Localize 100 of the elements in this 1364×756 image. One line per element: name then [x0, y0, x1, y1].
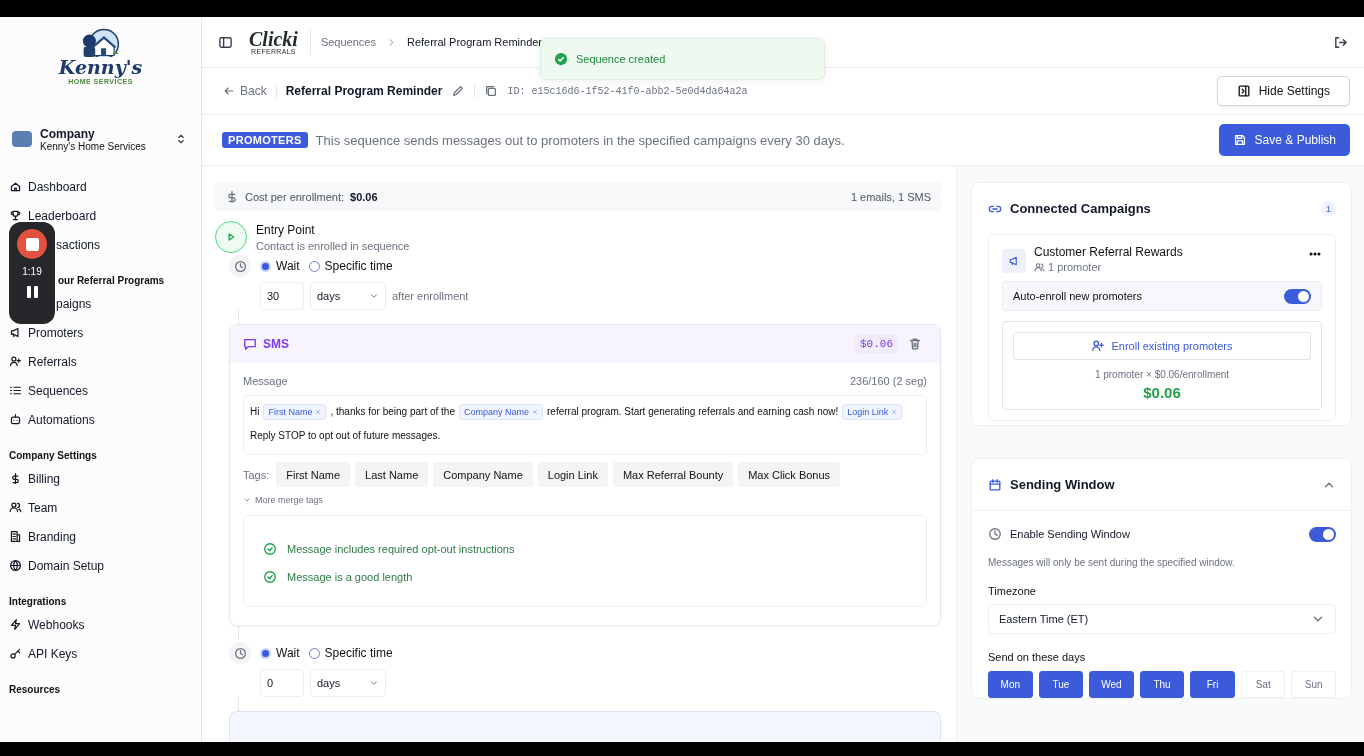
- merge-tag-button[interactable]: Max Referral Bounty: [612, 462, 734, 487]
- unit-select[interactable]: days: [310, 669, 386, 697]
- user-plus-icon: [9, 355, 22, 368]
- nav-item[interactable]: API Keys: [0, 639, 201, 668]
- recorder-widget[interactable]: 1:19: [9, 222, 55, 324]
- field-label: Send on these days: [988, 651, 1087, 663]
- radio-option[interactable]: Specific time: [308, 646, 393, 660]
- merge-tag-button[interactable]: Max Click Bonus: [738, 462, 841, 487]
- nav-item[interactable]: Billing: [0, 464, 201, 493]
- message-summary: 1 emails, 1 SMS: [850, 190, 931, 203]
- nav-item[interactable]: Sequences: [0, 376, 201, 405]
- nav-item[interactable]: Automations: [0, 405, 201, 434]
- stop-recording-button[interactable]: [17, 229, 47, 259]
- breadcrumb-link[interactable]: Referral Program Reminder: [406, 36, 543, 48]
- message-text: , thanks for being part of the: [330, 405, 455, 419]
- toggle-switch[interactable]: [1309, 526, 1336, 542]
- back-link[interactable]: Back: [223, 84, 267, 98]
- brand-logo-text: Clicki: [249, 29, 298, 48]
- day-toggle[interactable]: Tue: [1038, 671, 1084, 698]
- toast-message: Sequence created: [576, 53, 666, 65]
- hide-settings-button[interactable]: Hide Settings: [1216, 76, 1350, 106]
- trash-icon: [908, 337, 922, 351]
- day-toggle[interactable]: Sat: [1240, 671, 1286, 698]
- recording-time: 1:19: [22, 266, 42, 277]
- company-label: Company: [40, 126, 96, 141]
- nav-item[interactable]: Team: [0, 493, 201, 522]
- campaign-count: 1: [1321, 201, 1336, 216]
- merge-tag-button[interactable]: First Name: [276, 462, 351, 487]
- copy-icon: [484, 84, 499, 98]
- pause-icon[interactable]: [24, 284, 40, 300]
- nav-item[interactable]: Domain Setup: [0, 551, 201, 580]
- nav-item[interactable]: Webhooks: [0, 610, 201, 639]
- card-title: Connected Campaigns: [1010, 201, 1151, 216]
- enable-label: Enable Sending Window: [1010, 528, 1130, 540]
- merge-tag-chip[interactable]: Company Name: [459, 404, 544, 420]
- promoter-count: 1 promoter: [1048, 261, 1102, 273]
- field-label: Timezone: [988, 585, 1037, 597]
- chevron-up-down-icon: [175, 133, 187, 145]
- tags-label: Tags:: [243, 468, 270, 481]
- pencil-icon: [451, 84, 466, 98]
- radio-option[interactable]: Specific time: [308, 259, 393, 273]
- robot-icon: [9, 413, 22, 426]
- entry-title: Entry Point: [256, 223, 316, 237]
- panel-icon: [1236, 84, 1251, 98]
- merge-tag-button[interactable]: Company Name: [433, 462, 533, 487]
- character-counter: 236/160 (2 seg): [849, 375, 927, 387]
- nav-item[interactable]: Dashboard: [0, 172, 201, 201]
- banner-description: This sequence sends messages out to promoters in the specified campaigns every 30 days.: [315, 132, 845, 148]
- logout-icon: [1333, 34, 1348, 50]
- amount-field[interactable]: 0: [260, 669, 304, 697]
- chevron-down-icon: [243, 496, 251, 504]
- clock-icon: [229, 255, 251, 277]
- enroll-button[interactable]: Enroll existing promoters: [1013, 332, 1311, 360]
- unit-select[interactable]: days: [310, 282, 386, 310]
- validation-message: Message includes required opt-out instructions: [287, 543, 515, 555]
- user-plus-icon: [1091, 339, 1106, 353]
- section-heading: Integrations: [8, 594, 68, 609]
- check-circle-icon: [554, 52, 568, 66]
- remove-icon: [532, 409, 539, 415]
- sequence-id: ID: e15c16d6-1f52-41f0-abb2-5e0d4da64a2a: [507, 85, 748, 97]
- card-title: Sending Window: [1010, 477, 1115, 492]
- merge-tag-chip[interactable]: First Name: [263, 404, 327, 420]
- sidebar-toggle-icon: [218, 34, 233, 50]
- building-icon: [9, 530, 22, 543]
- toggle-switch[interactable]: [1284, 288, 1311, 304]
- chevron-down-icon: [369, 678, 379, 688]
- window-note: Messages will only be sent during the specified window.: [988, 557, 1236, 568]
- step-title: SMS: [263, 337, 289, 351]
- play-icon: [215, 221, 247, 253]
- step-cost: $0.06: [855, 335, 898, 353]
- day-toggle[interactable]: Mon: [988, 671, 1033, 698]
- timezone-select[interactable]: Eastern Time (ET): [988, 604, 1336, 634]
- dollar-icon: [225, 189, 239, 204]
- day-toggle[interactable]: Thu: [1139, 671, 1185, 698]
- merge-tag-chip[interactable]: Login Link: [842, 404, 903, 420]
- merge-tag-button[interactable]: Login Link: [537, 462, 608, 487]
- radio-option[interactable]: Wait: [260, 646, 300, 660]
- more-merge-tags-toggle[interactable]: More merge tags: [243, 495, 927, 505]
- company-switcher[interactable]: Company Kenny's Home Services: [0, 122, 201, 156]
- day-toggle[interactable]: Fri: [1190, 671, 1235, 698]
- audience-badge: PROMOTERS: [222, 132, 308, 148]
- cost-value: $0.06: [350, 190, 378, 203]
- arrow-left-icon: [223, 85, 235, 97]
- merge-tag-button[interactable]: Last Name: [355, 462, 429, 487]
- radio-option[interactable]: Wait: [260, 259, 300, 273]
- clock-icon: [229, 642, 251, 664]
- remove-icon: [891, 409, 898, 415]
- message-field[interactable]: Hi First Name , thanks for being part of the Company Name referral program. Start generating referrals and earning cash now! Login Link Reply STOP to opt out of future messages.: [243, 395, 927, 455]
- list-icon: [9, 384, 22, 397]
- breadcrumb-link[interactable]: Sequences: [320, 36, 376, 48]
- validation-message: Message is a good length: [287, 571, 413, 583]
- nav-item[interactable]: Branding: [0, 522, 201, 551]
- save-publish-button[interactable]: Save & Publish: [1218, 124, 1350, 156]
- clock-icon: [988, 527, 1002, 541]
- nav-item[interactable]: Referrals: [0, 347, 201, 376]
- entry-subtitle: Contact is enrolled in sequence: [256, 240, 410, 252]
- amount-field[interactable]: 30: [260, 282, 304, 310]
- day-toggle[interactable]: Wed: [1089, 671, 1134, 698]
- chat-icon: [243, 337, 257, 351]
- day-toggle[interactable]: Sun: [1291, 671, 1337, 698]
